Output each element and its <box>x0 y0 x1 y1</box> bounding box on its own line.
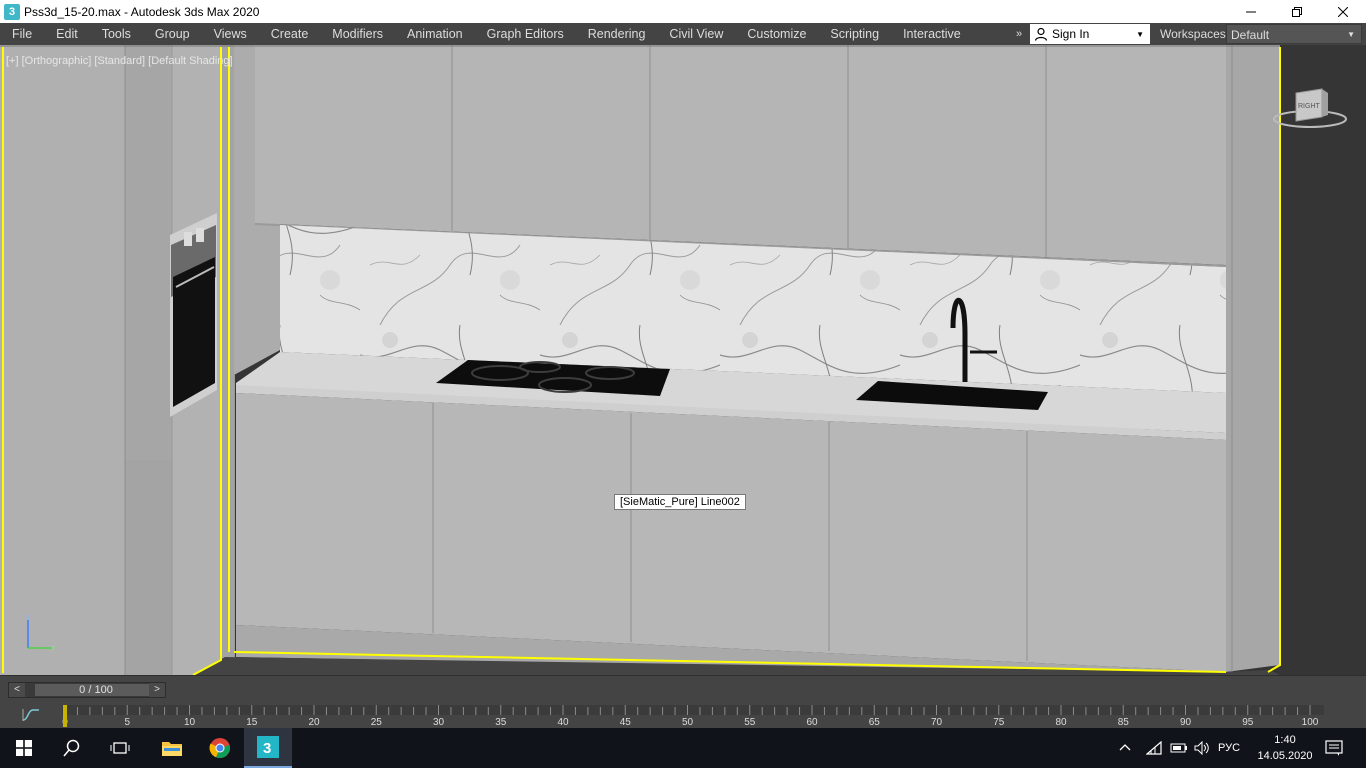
orthographic-viewport[interactable]: [+] [Orthographic] [Standard] [Default S… <box>0 45 1366 675</box>
axis-y-label: y <box>51 643 55 652</box>
time-slider[interactable]: < 0 / 100 > <box>8 682 166 698</box>
ruler-tick-label: 80 <box>1055 717 1067 727</box>
menu-tools[interactable]: Tools <box>90 23 143 45</box>
menu-modifiers[interactable]: Modifiers <box>320 23 395 45</box>
notifications-button[interactable] <box>1310 728 1358 768</box>
windows-start-button[interactable] <box>0 728 48 768</box>
menu-create[interactable]: Create <box>259 23 321 45</box>
menu-file[interactable]: File <box>0 23 44 45</box>
frame-display[interactable]: 0 / 100 <box>35 684 157 696</box>
clock-date: 14.05.2020 <box>1257 750 1313 762</box>
minimize-icon <box>1246 11 1256 12</box>
ruler-tick-label: 40 <box>557 717 569 727</box>
search-button[interactable] <box>48 728 96 768</box>
close-button[interactable] <box>1320 0 1366 23</box>
workspaces-label: Workspaces: <box>1160 27 1230 41</box>
menu-overflow-chevron[interactable]: » <box>1016 23 1030 45</box>
3dsmax-app-icon[interactable]: 3 <box>4 3 20 20</box>
menu-civil-view[interactable]: Civil View <box>657 23 735 45</box>
3dsmax-icon: 3 <box>257 736 279 758</box>
ruler-tick-label: 95 <box>1242 717 1254 727</box>
axis-tripod: z y <box>20 612 60 652</box>
sign-in-dropdown[interactable]: Sign In ▼ <box>1030 24 1150 44</box>
menu-scripting[interactable]: Scripting <box>818 23 891 45</box>
battery-icon[interactable] <box>1170 741 1188 755</box>
notifications-icon <box>1325 740 1343 756</box>
workspaces-select[interactable]: Default ▼ <box>1226 24 1362 44</box>
ruler-tick-label: 50 <box>682 717 694 727</box>
menu-edit[interactable]: Edit <box>44 23 90 45</box>
curve-editor-icon[interactable] <box>22 707 40 723</box>
ruler-tick-label: 30 <box>433 717 445 727</box>
file-explorer-icon <box>162 742 182 756</box>
viewport-label[interactable]: [+] [Orthographic] [Standard] [Default S… <box>6 55 233 67</box>
title-bar: 3 Pss3d_15-20.max - Autodesk 3ds Max 202… <box>0 0 1366 23</box>
close-icon <box>1338 6 1348 17</box>
chevron-up-icon[interactable] <box>1118 741 1132 755</box>
file-explorer-button[interactable] <box>148 728 196 768</box>
menu-group[interactable]: Group <box>143 23 202 45</box>
sign-in-label: Sign In <box>1052 27 1090 41</box>
clock-time: 1:40 <box>1274 734 1296 746</box>
volume-icon[interactable] <box>1194 741 1210 755</box>
timeline-ruler[interactable]: 0510152025303540455055606570758085909510… <box>62 705 1324 727</box>
scene-render <box>0 45 1366 675</box>
viewcube-icon: RIGHT <box>1273 88 1347 128</box>
system-tray: РУС <box>1118 728 1240 768</box>
ruler-tick-label: 35 <box>495 717 507 727</box>
ruler-tick-label: 5 <box>124 717 130 727</box>
ruler-tick-label: 20 <box>308 717 320 727</box>
menu-customize[interactable]: Customize <box>735 23 818 45</box>
ruler-tick-label: 100 <box>1302 717 1319 727</box>
current-frame-marker[interactable] <box>63 705 67 727</box>
minimize-button[interactable] <box>1228 0 1274 23</box>
task-view-icon <box>110 742 130 754</box>
menu-views[interactable]: Views <box>202 23 259 45</box>
chrome-button[interactable] <box>196 728 244 768</box>
menu-graph-editors[interactable]: Graph Editors <box>475 23 576 45</box>
menu-interactive[interactable]: Interactive <box>891 23 973 45</box>
task-view-button[interactable] <box>96 728 144 768</box>
windows-taskbar: 3 РУС 1:40 14.05.2020 <box>0 728 1366 768</box>
next-frame-button[interactable]: > <box>149 683 165 697</box>
user-icon <box>1034 27 1048 41</box>
ruler-tick-label: 55 <box>744 717 756 727</box>
chevron-down-icon: ▼ <box>1136 29 1144 39</box>
svg-text:3: 3 <box>263 740 271 757</box>
viewcube[interactable]: RIGHT <box>1272 85 1352 135</box>
chevron-down-icon: ▼ <box>1347 30 1355 39</box>
menu-animation[interactable]: Animation <box>395 23 475 45</box>
window-title: Pss3d_15-20.max - Autodesk 3ds Max 2020 <box>24 4 260 19</box>
chrome-icon <box>209 738 230 759</box>
ruler-tick-label: 25 <box>371 717 383 727</box>
ruler-tick-label: 60 <box>806 717 818 727</box>
workspaces-value: Default <box>1231 28 1270 42</box>
ruler-tick-label: 75 <box>993 717 1005 727</box>
timeline-bar: < 0 / 100 > 0510152025303540455055606570… <box>0 675 1366 728</box>
3dsmax-taskbar-button[interactable]: 3 <box>244 728 292 768</box>
windows-start-icon <box>16 740 32 756</box>
ruler-tick-label: 10 <box>184 717 196 727</box>
clock[interactable]: 1:40 14.05.2020 <box>1254 732 1316 764</box>
menu-bar: File Edit Tools Group Views Create Modif… <box>0 23 1366 45</box>
viewcube-face-label: RIGHT <box>1298 103 1321 110</box>
ruler-tick-label: 45 <box>620 717 632 727</box>
restore-button[interactable] <box>1274 0 1320 23</box>
ruler-tick-label: 15 <box>246 717 258 727</box>
ruler-tick-label: 70 <box>931 717 943 727</box>
menu-rendering[interactable]: Rendering <box>576 23 658 45</box>
window-controls <box>1228 0 1366 23</box>
language-indicator[interactable]: РУС <box>1218 742 1240 754</box>
ruler-tick-label: 85 <box>1118 717 1130 727</box>
object-tooltip: [SieMatic_Pure] Line002 <box>614 494 746 510</box>
ruler-tick-label: 90 <box>1180 717 1192 727</box>
prev-frame-button[interactable]: < <box>9 683 25 697</box>
ruler-tick-label: 65 <box>869 717 881 727</box>
network-icon[interactable] <box>1146 741 1162 755</box>
restore-icon <box>1292 6 1302 17</box>
search-icon <box>63 739 80 757</box>
axis-z-label: z <box>26 613 30 622</box>
